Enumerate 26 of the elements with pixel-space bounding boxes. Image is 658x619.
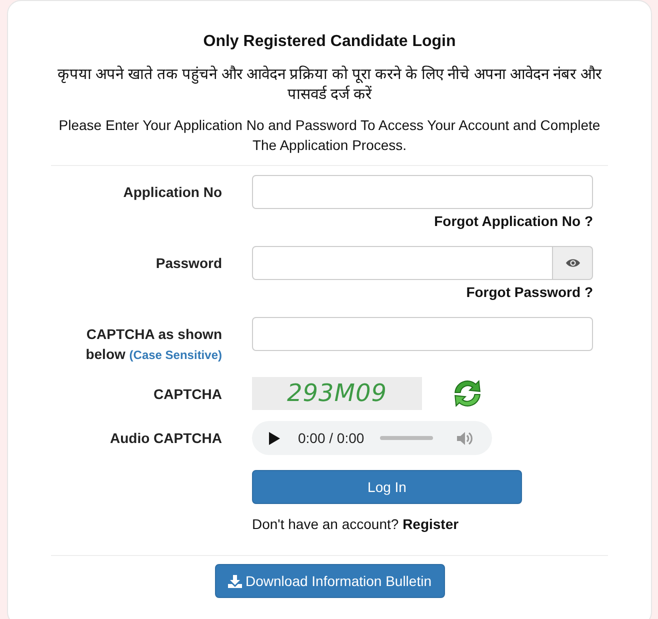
password-input[interactable]	[252, 246, 553, 280]
form-title: Only Registered Candidate Login	[202, 32, 457, 52]
field-label: Audio CAPTCHA	[110, 429, 222, 448]
login-button[interactable]: Log In	[252, 470, 522, 504]
hindi-instructions: कृपया अपने खाते तक पहुंचने और आवेदन प्रक्रिया को पूरा करने के लिए नीचे अपना आवेदन नंबर और पासवर्ड दर्ज करें	[56, 65, 603, 105]
field-label: CAPTCHA as shown below (Case Sensitive)	[84, 325, 222, 364]
forgot-link[interactable]: Forgot Password ?	[466, 284, 593, 300]
audio-time: 0:00 / 0:00	[298, 428, 364, 448]
forgot-link[interactable]: Forgot Application No ?	[434, 213, 593, 229]
play-icon[interactable]	[269, 432, 280, 444]
volume-icon[interactable]	[457, 430, 473, 446]
text-input[interactable]	[252, 175, 593, 209]
field-label: CAPTCHA	[154, 385, 222, 404]
download-bulletin-button[interactable]: Download Information Bulletin	[214, 564, 444, 598]
field-label: Password	[156, 254, 222, 273]
download-icon	[228, 574, 242, 588]
text-input[interactable]	[252, 317, 593, 351]
english-instructions: Please Enter Your Application No and Password To Access Your Account and Complete The Application Process.	[58, 116, 602, 155]
captcha-image: 293M09	[252, 377, 422, 410]
audio-seek-track[interactable]	[380, 436, 434, 440]
register-link[interactable]: Register	[402, 516, 459, 532]
eye-icon	[566, 258, 580, 268]
field-label: Application No	[123, 183, 222, 202]
audio-player[interactable]: 0:00 / 0:00	[252, 421, 492, 455]
show-password-button[interactable]	[553, 246, 593, 280]
register-prompt: Don't have an account?	[252, 516, 399, 532]
